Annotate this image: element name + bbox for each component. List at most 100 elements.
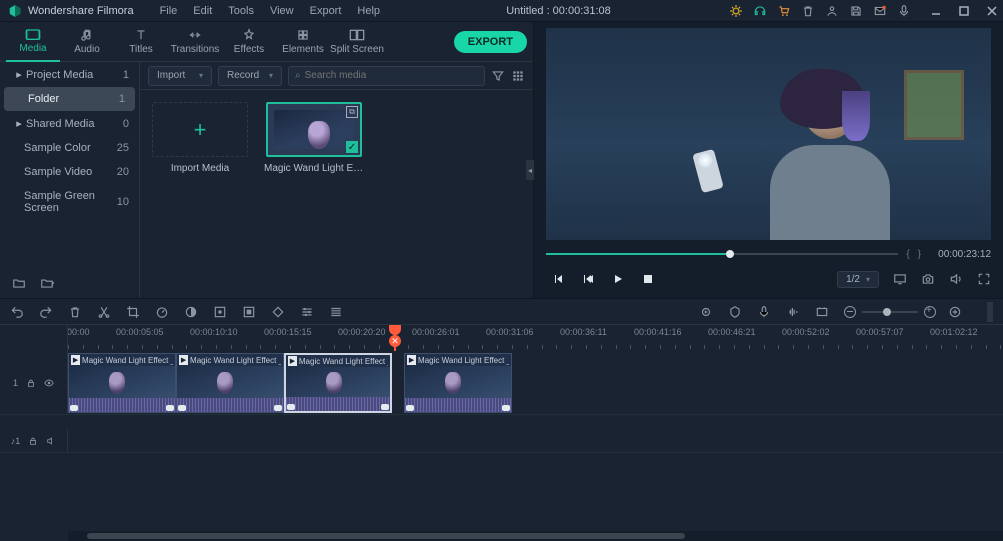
playhead[interactable]: ✕ [394,325,396,351]
clip-handle-left[interactable] [287,404,295,410]
menu-help[interactable]: Help [349,5,388,17]
tab-media[interactable]: Media [6,22,60,62]
audio-mixer-icon[interactable] [757,305,771,319]
menu-view[interactable]: View [262,5,302,17]
import-dropdown[interactable]: Import▾ [148,66,212,86]
clip-handle-right[interactable] [502,405,510,411]
export-button[interactable]: EXPORT [454,31,527,53]
preview-zoom-dropdown[interactable]: 1/2▾ [837,271,879,288]
tab-elements[interactable]: Elements [276,22,330,62]
record-voiceover-icon[interactable] [699,305,713,319]
lock-icon[interactable] [28,436,38,446]
display-quality-icon[interactable] [893,272,907,286]
keyframe-icon[interactable] [271,305,285,319]
mic-icon[interactable] [897,4,911,18]
playhead-delete-icon[interactable]: ✕ [389,335,401,347]
expand-toggle[interactable] [987,302,993,322]
sidebar-item-sample-video[interactable]: Sample Video20 [0,160,139,184]
stop-button[interactable] [640,271,656,287]
timeline-snapshot-icon[interactable] [815,305,829,319]
notification-icon[interactable] [873,4,887,18]
cart-icon[interactable] [777,4,791,18]
zoom-out-button[interactable] [844,306,856,318]
new-bin-icon[interactable] [40,276,54,290]
tab-splitscreen[interactable]: Split Screen [330,22,384,62]
sidebar-item-sample-color[interactable]: Sample Color25 [0,136,139,160]
clip-handle-right[interactable] [381,404,389,410]
clip-handle-right[interactable] [274,405,282,411]
eye-icon[interactable] [44,378,54,388]
media-clip-card[interactable]: ⧉ ✓ Magic Wand Light Effec... [266,102,362,174]
tab-audio[interactable]: Audio [60,22,114,62]
timeline-clip[interactable]: ▶ Magic Wand Light Effect _ V [176,353,284,413]
maximize-button[interactable] [957,4,971,18]
fullscreen-icon[interactable] [977,272,991,286]
undo-icon[interactable] [10,305,24,319]
crop-icon[interactable] [126,305,140,319]
zoom-in-button[interactable] [924,306,936,318]
menu-file[interactable]: File [152,5,186,17]
step-back-button[interactable] [580,271,596,287]
delete-icon[interactable] [68,305,82,319]
prev-frame-button[interactable] [550,271,566,287]
timeline-ruler[interactable]: 00:00:00:0000:00:05:0500:00:10:1000:00:1… [68,325,1003,351]
sidebar-item-project-media[interactable]: ▸Project Media1 [0,62,139,87]
import-media-card[interactable]: + Import Media [152,102,248,174]
render-icon[interactable] [329,305,343,319]
marker-icon[interactable] [728,305,742,319]
tab-titles[interactable]: Titles [114,22,168,62]
menu-tools[interactable]: Tools [220,5,262,17]
headset-icon[interactable] [753,4,767,18]
timeline-h-scrollbar[interactable] [68,531,1003,541]
tab-transitions[interactable]: Transitions [168,22,222,62]
new-folder-icon[interactable] [12,276,26,290]
premium-icon[interactable] [729,4,743,18]
volume-icon[interactable] [949,272,963,286]
record-dropdown[interactable]: Record▾ [218,66,282,86]
speed-icon[interactable] [155,305,169,319]
close-button[interactable] [985,4,999,18]
menu-edit[interactable]: Edit [185,5,220,17]
filter-icon[interactable] [491,69,505,83]
zoom-slider[interactable] [862,311,918,313]
clip-handle-left[interactable] [178,405,186,411]
clip-handle-left[interactable] [70,405,78,411]
timeline-clip[interactable]: ▶ Magic Wand Light Effect _ V [404,353,512,413]
speaker-icon[interactable] [46,436,56,446]
search-media[interactable]: ⌕ [288,66,485,86]
sidebar-item-sample-green-screen[interactable]: Sample Green Screen10 [0,184,139,220]
color-icon[interactable] [184,305,198,319]
panel-collapse-handle[interactable]: ◂ [526,160,534,180]
account-icon[interactable] [825,4,839,18]
scrollbar-thumb[interactable] [87,533,685,539]
clip-handle-left[interactable] [406,405,414,411]
timeline-clip[interactable]: ▶ Magic Wand Light Effect _ V [284,353,392,413]
zoom-fit-icon[interactable] [948,305,962,319]
in-out-brackets[interactable]: {} [906,249,921,260]
sidebar-item-folder[interactable]: Folder1 [4,87,135,111]
preview-screen[interactable] [546,28,991,240]
snapshot-icon[interactable] [921,272,935,286]
timeline-clip[interactable]: ▶ Magic Wand Light Effect _ V [68,353,176,413]
lock-icon[interactable] [26,378,36,388]
audio-stretch-icon[interactable] [786,305,800,319]
split-icon[interactable] [97,305,111,319]
clip-handle-right[interactable] [166,405,174,411]
menu-export[interactable]: Export [302,5,350,17]
progress-knob[interactable] [726,250,734,258]
audio-track[interactable] [68,429,1003,452]
redo-icon[interactable] [39,305,53,319]
play-button[interactable] [610,271,626,287]
tab-effects[interactable]: Effects [222,22,276,62]
trash-icon[interactable] [801,4,815,18]
grid-view-icon[interactable] [511,69,525,83]
mask-icon[interactable] [242,305,256,319]
preview-progress-bar[interactable] [546,253,898,255]
video-track[interactable]: ▶ Magic Wand Light Effect _ V ▶ Magic Wa… [68,351,1003,414]
sidebar-item-shared-media[interactable]: ▸Shared Media0 [0,111,139,136]
green-screen-icon[interactable] [213,305,227,319]
search-input[interactable] [305,70,478,81]
adjust-icon[interactable] [300,305,314,319]
minimize-button[interactable] [929,4,943,18]
save-icon[interactable] [849,4,863,18]
